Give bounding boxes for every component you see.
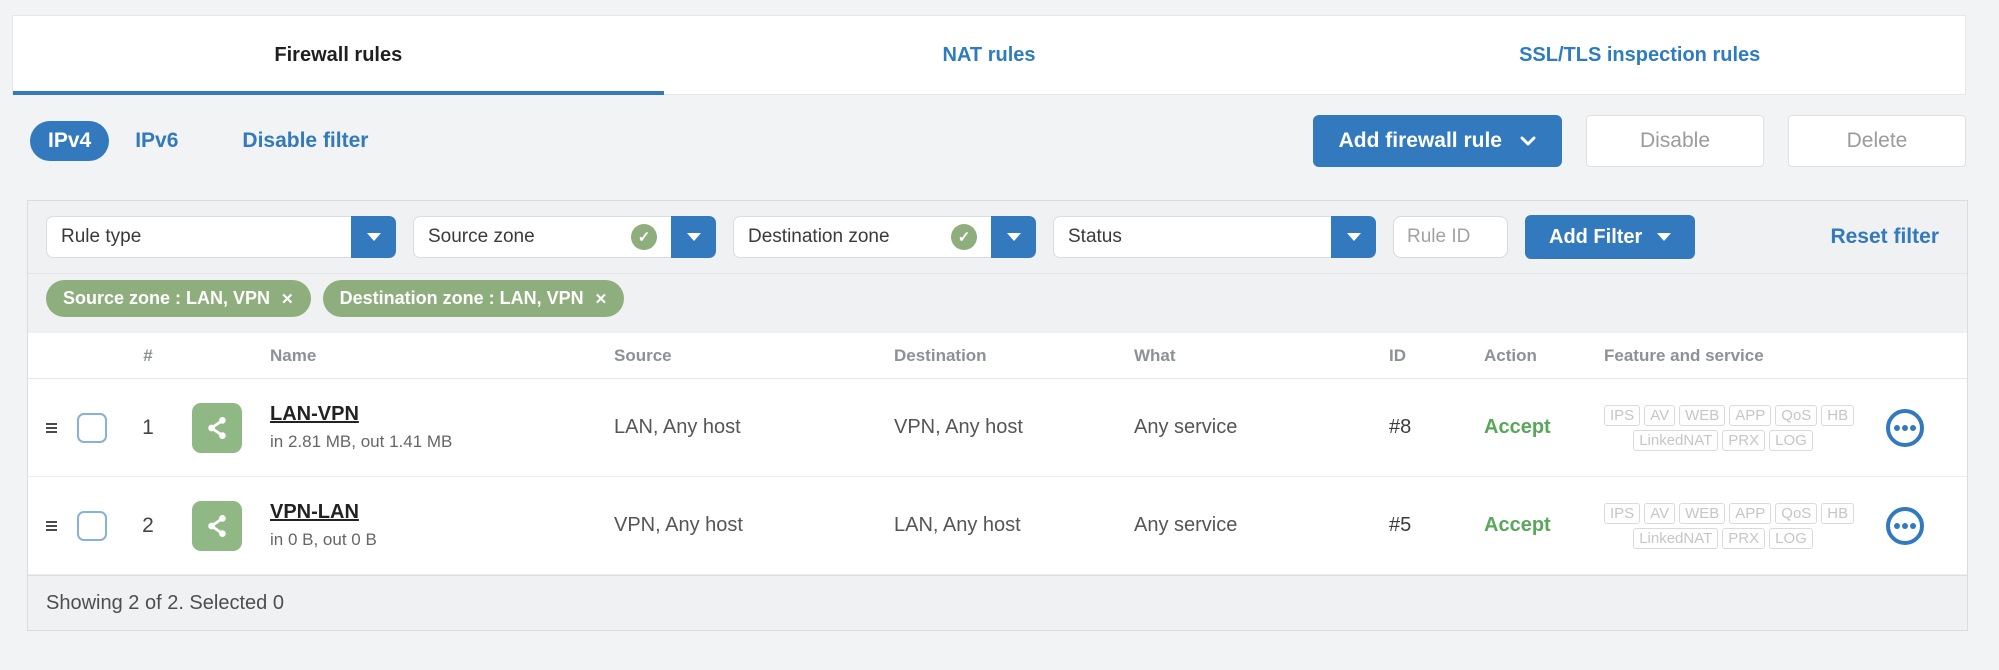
add-firewall-rule-label: Add firewall rule bbox=[1338, 129, 1502, 152]
column-header-name: Name bbox=[270, 345, 317, 365]
feature-badge: IPS bbox=[1604, 404, 1641, 426]
table-header-row: # Name Source Destination What ID Action… bbox=[28, 333, 1967, 379]
rule-number: 2 bbox=[142, 513, 154, 537]
reset-filter-link[interactable]: Reset filter bbox=[1830, 225, 1939, 249]
feature-badge: APP bbox=[1729, 404, 1772, 426]
table-row: 2 VPN-LAN in 0 B, out 0 B VPN, Any host … bbox=[28, 477, 1967, 575]
rule-id: #5 bbox=[1389, 514, 1412, 536]
status-filter-label: Status bbox=[1053, 216, 1331, 258]
feature-badge: AV bbox=[1644, 404, 1676, 426]
remove-filter-icon[interactable]: ✕ bbox=[281, 290, 294, 308]
delete-button[interactable]: Delete bbox=[1788, 115, 1966, 167]
status-filter-dropdown[interactable]: Status bbox=[1053, 216, 1376, 258]
feature-badge: LOG bbox=[1769, 527, 1813, 549]
chevron-down-icon bbox=[1520, 136, 1536, 146]
add-filter-button[interactable]: Add Filter bbox=[1525, 215, 1696, 259]
disable-button[interactable]: Disable bbox=[1586, 115, 1764, 167]
destination-zone-filter-dropdown[interactable]: Destination zone ✓ bbox=[733, 216, 1036, 258]
feature-badge: WEB bbox=[1679, 502, 1726, 524]
rule-source: LAN, Any host bbox=[614, 416, 741, 438]
chevron-down-icon bbox=[366, 233, 381, 241]
source-zone-filter-label: Source zone ✓ bbox=[413, 216, 671, 258]
rule-what: Any service bbox=[1134, 416, 1238, 438]
feature-badge: APP bbox=[1729, 502, 1772, 524]
rule-action: Accept bbox=[1484, 416, 1551, 438]
feature-badge: LinkedNAT bbox=[1633, 527, 1719, 549]
rule-type-tabs: Firewall rules NAT rules SSL/TLS inspect… bbox=[12, 15, 1966, 95]
rule-name-link[interactable]: VPN-LAN bbox=[270, 501, 359, 524]
chevron-down-icon bbox=[1346, 233, 1361, 241]
column-header-destination: Destination bbox=[894, 345, 987, 365]
more-actions-icon[interactable] bbox=[1885, 408, 1924, 447]
destination-zone-filter-chip: Destination zone : LAN, VPN ✕ bbox=[322, 280, 625, 317]
rule-destination: VPN, Any host bbox=[894, 416, 1023, 438]
rule-what: Any service bbox=[1134, 514, 1238, 536]
rule-id-input[interactable] bbox=[1393, 216, 1508, 258]
source-zone-filter-chip: Source zone : LAN, VPN ✕ bbox=[46, 280, 311, 317]
feature-badges: IPS AV WEB APP QoS HB LinkedNAT PRX LOG bbox=[1592, 502, 1855, 549]
feature-badge: PRX bbox=[1722, 429, 1766, 451]
feature-badge: WEB bbox=[1679, 404, 1726, 426]
rule-destination: LAN, Any host bbox=[894, 514, 1021, 536]
destination-zone-filter-label: Destination zone ✓ bbox=[733, 216, 991, 258]
destination-zone-filter-dropdown-button[interactable] bbox=[991, 216, 1036, 258]
chevron-down-icon bbox=[1006, 233, 1021, 241]
ipv4-toggle[interactable]: IPv4 bbox=[30, 121, 110, 161]
feature-badge: LOG bbox=[1769, 429, 1813, 451]
table-row: 1 LAN-VPN in 2.81 MB, out 1.41 MB LAN, A… bbox=[28, 379, 1967, 477]
table-footer-status: Showing 2 of 2. Selected 0 bbox=[28, 575, 1967, 630]
tab-ssl-tls-inspection-rules[interactable]: SSL/TLS inspection rules bbox=[1314, 16, 1965, 94]
share-icon bbox=[208, 416, 226, 439]
column-header-source: Source bbox=[614, 345, 672, 365]
tab-nat-rules[interactable]: NAT rules bbox=[664, 16, 1315, 94]
toolbar-actions: Add firewall rule Disable Delete bbox=[1312, 115, 1966, 167]
column-header-feature-and-service: Feature and service bbox=[1604, 345, 1764, 365]
filter-bar: Rule type Source zone ✓ Destination zone… bbox=[28, 201, 1967, 274]
tab-firewall-rules[interactable]: Firewall rules bbox=[13, 16, 664, 95]
feature-badge: LinkedNAT bbox=[1633, 429, 1719, 451]
feature-badge: PRX bbox=[1722, 527, 1766, 549]
chevron-down-icon bbox=[686, 233, 701, 241]
feature-badge: QoS bbox=[1775, 502, 1818, 524]
share-icon bbox=[208, 514, 226, 537]
rule-type-filter-label: Rule type bbox=[46, 216, 351, 258]
remove-filter-icon[interactable]: ✕ bbox=[595, 290, 608, 308]
column-header-id: ID bbox=[1389, 345, 1406, 365]
firewall-rules-panel: Rule type Source zone ✓ Destination zone… bbox=[27, 200, 1968, 631]
feature-badge: QoS bbox=[1775, 404, 1818, 426]
row-checkbox[interactable] bbox=[77, 412, 107, 443]
chevron-down-icon bbox=[1657, 233, 1672, 241]
rule-traffic-stats: in 2.81 MB, out 1.41 MB bbox=[270, 432, 453, 451]
column-header-action: Action bbox=[1484, 345, 1537, 365]
rule-name-link[interactable]: LAN-VPN bbox=[270, 403, 359, 426]
source-zone-filter-dropdown[interactable]: Source zone ✓ bbox=[413, 216, 716, 258]
network-rule-icon bbox=[192, 500, 242, 551]
status-filter-dropdown-button[interactable] bbox=[1331, 216, 1376, 258]
rule-id: #8 bbox=[1389, 416, 1412, 438]
active-filter-chips: Source zone : LAN, VPN ✕ Destination zon… bbox=[28, 274, 1967, 333]
drag-handle-icon[interactable] bbox=[28, 520, 64, 531]
column-header-what: What bbox=[1134, 345, 1176, 365]
row-checkbox[interactable] bbox=[77, 510, 107, 541]
ipv6-toggle[interactable]: IPv6 bbox=[135, 129, 178, 153]
source-zone-filter-dropdown-button[interactable] bbox=[671, 216, 716, 258]
rule-number: 1 bbox=[142, 415, 154, 439]
rule-action: Accept bbox=[1484, 514, 1551, 536]
rule-traffic-stats: in 0 B, out 0 B bbox=[270, 530, 377, 549]
rule-type-filter-dropdown-button[interactable] bbox=[351, 216, 396, 258]
drag-handle-icon[interactable] bbox=[28, 422, 64, 433]
rule-source: VPN, Any host bbox=[614, 514, 743, 536]
more-actions-icon[interactable] bbox=[1885, 506, 1924, 545]
column-header-number: # bbox=[143, 345, 153, 365]
disable-filter-link[interactable]: Disable filter bbox=[242, 129, 368, 153]
feature-badge: IPS bbox=[1604, 502, 1641, 524]
toolbar: IPv4 IPv6 Disable filter Add firewall ru… bbox=[30, 108, 1966, 174]
feature-badge: AV bbox=[1644, 502, 1676, 524]
filter-applied-check-icon: ✓ bbox=[631, 224, 657, 250]
rule-type-filter-dropdown[interactable]: Rule type bbox=[46, 216, 396, 258]
network-rule-icon bbox=[192, 402, 242, 453]
filter-applied-check-icon: ✓ bbox=[951, 224, 977, 250]
feature-badges: IPS AV WEB APP QoS HB LinkedNAT PRX LOG bbox=[1592, 404, 1855, 451]
add-firewall-rule-button[interactable]: Add firewall rule bbox=[1312, 115, 1562, 167]
